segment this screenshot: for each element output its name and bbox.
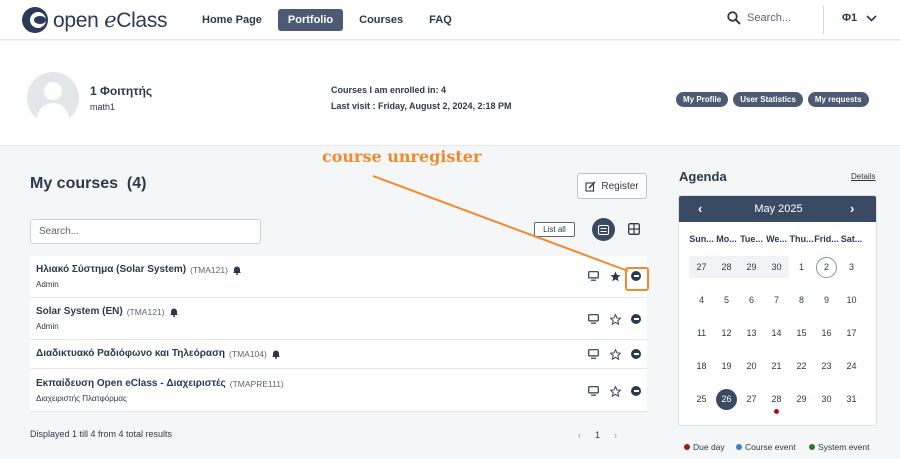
calendar-day[interactable]: 6	[739, 289, 764, 311]
calendar-day[interactable]: 27	[739, 388, 764, 410]
calendar-day[interactable]: 18	[689, 355, 714, 377]
calendar-day[interactable]: 30	[764, 256, 789, 278]
calendar-day[interactable]: 2	[814, 256, 839, 278]
calendar-day[interactable]: 1	[789, 256, 814, 278]
calendar-day[interactable]: 22	[789, 355, 814, 377]
due-day-dot-icon	[684, 444, 690, 450]
calendar-day[interactable]: 29	[739, 256, 764, 278]
calendar-day[interactable]: 15	[789, 322, 814, 344]
agenda-title: Agenda	[679, 169, 727, 184]
calendar-day[interactable]: 25	[689, 388, 714, 410]
calendar-header: ‹ May 2025 ›	[679, 196, 876, 222]
course-event-dot-icon	[736, 444, 742, 450]
calendar-day[interactable]: 17	[839, 322, 864, 344]
pager-prev[interactable]: ‹	[578, 430, 581, 440]
calendar-day[interactable]: 12	[714, 322, 739, 344]
agenda-details-link[interactable]: Details	[851, 172, 875, 181]
calendar-day[interactable]: 26	[714, 388, 739, 410]
calendar: ‹ May 2025 › Sun... Mo... Tue... We... Thu..…	[678, 195, 877, 426]
calendar-day[interactable]: 23	[814, 355, 839, 377]
calendar-day[interactable]: 21	[764, 355, 789, 377]
calendar-day[interactable]: 8	[789, 289, 814, 311]
pager-page[interactable]: 1	[595, 430, 600, 440]
calendar-day[interactable]: 29	[789, 388, 814, 410]
calendar-day[interactable]: 24	[839, 355, 864, 377]
calendar-day[interactable]: 4	[689, 289, 714, 311]
calendar-day[interactable]: 5	[714, 289, 739, 311]
calendar-day[interactable]: 28	[714, 256, 739, 278]
calendar-day[interactable]: 16	[814, 322, 839, 344]
calendar-day[interactable]: 7	[764, 289, 789, 311]
weekday-header: Mo...	[716, 234, 737, 244]
pager-next[interactable]: ›	[614, 430, 617, 440]
results-summary: Displayed 1 till 4 from 4 total results	[30, 429, 173, 439]
pagination: ‹ 1 ›	[578, 430, 617, 440]
calendar-day[interactable]: 10	[839, 289, 864, 311]
weekday-header: Sat...	[840, 234, 863, 244]
weekday-header: Sun...	[689, 234, 714, 244]
legend-course-event: Course event	[736, 442, 796, 452]
calendar-month: May 2025	[754, 203, 803, 215]
weekday-header: Tue...	[740, 234, 763, 244]
calendar-day[interactable]: 9	[814, 289, 839, 311]
system-event-dot-icon	[809, 444, 815, 450]
calendar-day[interactable]: 14	[764, 322, 789, 344]
calendar-day[interactable]: 19	[714, 355, 739, 377]
calendar-day[interactable]: 3	[839, 256, 864, 278]
legend-system-event: System event	[809, 442, 870, 452]
calendar-day[interactable]: 31	[839, 388, 864, 410]
legend-due-day: Due day	[684, 442, 725, 452]
chevron-right-icon[interactable]: ›	[850, 201, 854, 216]
calendar-day[interactable]: 27	[689, 256, 714, 278]
weekday-header: Thu...	[789, 234, 814, 244]
calendar-day[interactable]: 20	[739, 355, 764, 377]
calendar-day[interactable]: 13	[739, 322, 764, 344]
calendar-day[interactable]: 28	[764, 388, 789, 414]
annotation-label: course unregister	[322, 147, 482, 166]
calendar-day[interactable]: 11	[689, 322, 714, 344]
calendar-day[interactable]: 30	[814, 388, 839, 410]
weekday-header: Frid...	[814, 234, 839, 244]
weekday-header: We...	[766, 234, 787, 244]
